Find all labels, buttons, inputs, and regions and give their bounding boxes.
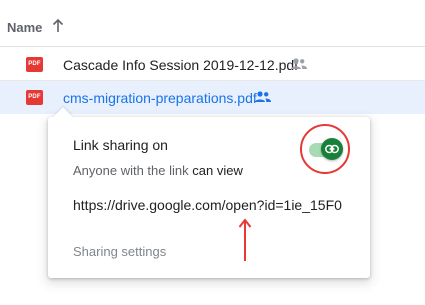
file-name[interactable]: Cascade Info Session 2019-12-12.pdf xyxy=(63,57,298,73)
link-sharing-toggle[interactable] xyxy=(321,138,343,160)
red-arrow-up-icon xyxy=(238,218,252,261)
pdf-file-icon: PDF xyxy=(26,57,43,72)
access-level-text: Anyone with the link can view xyxy=(73,163,243,178)
name-column-header[interactable]: Name xyxy=(7,20,42,35)
shared-people-icon xyxy=(255,91,271,102)
access-audience: Anyone with the link xyxy=(73,163,189,178)
file-row[interactable]: PDF Cascade Info Session 2019-12-12.pdf xyxy=(0,48,425,81)
sharing-settings-link[interactable]: Sharing settings xyxy=(73,244,166,259)
shared-people-icon xyxy=(291,58,307,69)
file-list-header: Name xyxy=(0,0,425,47)
share-link-url[interactable]: https://drive.google.com/open?id=1ie_15F… xyxy=(73,197,345,213)
pdf-file-icon: PDF xyxy=(26,90,43,105)
highlight-circle xyxy=(300,124,350,174)
link-sharing-popup: Link sharing on Anyone with the link can… xyxy=(48,107,370,278)
link-icon xyxy=(325,144,339,154)
link-sharing-title: Link sharing on xyxy=(73,137,168,153)
arrow-up-icon[interactable] xyxy=(52,19,64,33)
file-name[interactable]: cms-migration-preparations.pdf xyxy=(63,90,257,106)
access-permission[interactable]: can view xyxy=(192,163,243,178)
